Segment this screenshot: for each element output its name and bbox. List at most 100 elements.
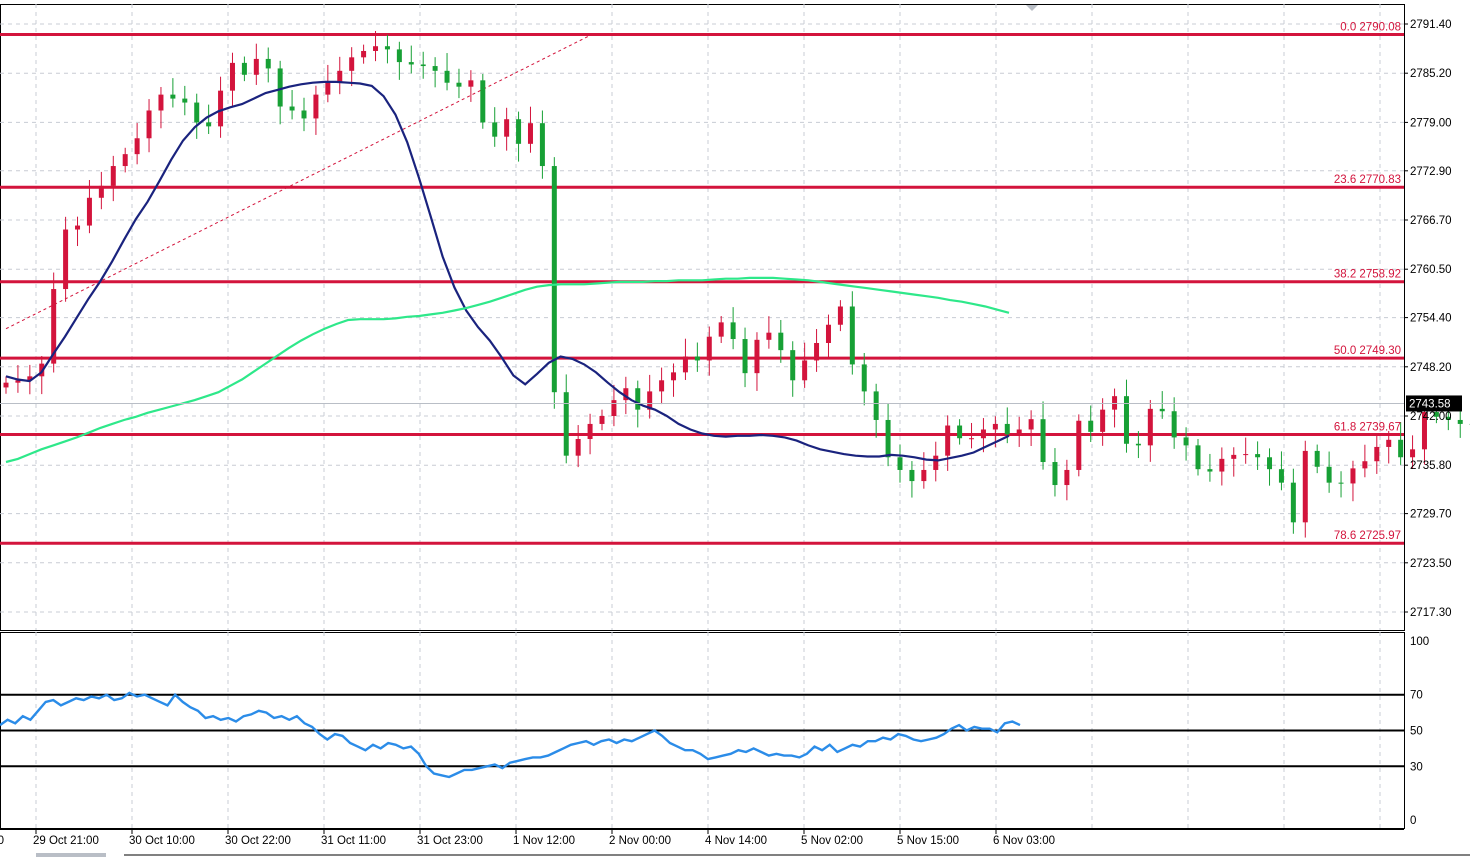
candle-body bbox=[147, 110, 152, 138]
candle-body bbox=[564, 392, 569, 455]
candle-body bbox=[1267, 457, 1272, 469]
candle-body bbox=[290, 107, 295, 111]
price-tick-label: 2723.50 bbox=[1410, 558, 1452, 570]
candle-body bbox=[230, 63, 235, 91]
candle-body bbox=[409, 62, 414, 64]
time-tick-label: 31 Oct 11:00 bbox=[321, 835, 386, 847]
fibonacci-level-label: 61.8 2739.67 bbox=[1334, 421, 1401, 433]
candle-body bbox=[421, 64, 426, 66]
candle-body bbox=[1184, 437, 1189, 445]
candle-body bbox=[1315, 451, 1320, 467]
candle-body bbox=[826, 325, 831, 343]
time-tick-label: 30 Oct 10:00 bbox=[129, 835, 195, 847]
shift-triangle-icon bbox=[1026, 5, 1038, 11]
candle-body bbox=[1231, 455, 1236, 459]
candle-body bbox=[1076, 421, 1081, 470]
candle-body bbox=[1303, 451, 1308, 522]
candle-body bbox=[754, 340, 759, 373]
candle-body bbox=[254, 59, 259, 75]
time-tick-label: 6 Nov 03:00 bbox=[993, 835, 1055, 847]
candle-body bbox=[313, 95, 318, 119]
candle-body bbox=[492, 122, 497, 136]
candle-body bbox=[671, 372, 676, 380]
candle-body bbox=[385, 46, 390, 49]
candle-body bbox=[1148, 409, 1153, 446]
candle-body bbox=[158, 95, 163, 111]
candle-body bbox=[1458, 420, 1463, 424]
candle-body bbox=[1136, 444, 1141, 446]
price-grid bbox=[0, 4, 1404, 630]
candle-body bbox=[1017, 429, 1022, 434]
candle-body bbox=[600, 416, 605, 424]
candle-body bbox=[242, 63, 247, 75]
candle-body bbox=[349, 57, 354, 70]
candle-body bbox=[302, 110, 307, 118]
fibonacci-level-label: 78.6 2725.97 bbox=[1334, 530, 1401, 542]
candle-body bbox=[1327, 467, 1332, 483]
candle-body bbox=[1196, 445, 1201, 469]
time-tick-label: 1 Nov 12:00 bbox=[513, 835, 575, 847]
time-tick-label: 5 Nov 15:00 bbox=[897, 835, 959, 847]
fibonacci-trend-line bbox=[6, 34, 592, 328]
price-tick-label: 2785.20 bbox=[1410, 68, 1452, 80]
candle-body bbox=[838, 306, 843, 324]
candle-body bbox=[266, 59, 271, 69]
time-tick-label: 4 Nov 14:00 bbox=[705, 835, 767, 847]
time-tick-label: 31 Oct 23:00 bbox=[417, 835, 483, 847]
candle-body bbox=[1207, 469, 1212, 471]
candle-body bbox=[635, 388, 640, 409]
oscillator-axis: 1007050300 bbox=[1406, 636, 1429, 827]
candle-body bbox=[576, 439, 581, 456]
candle-body bbox=[778, 333, 783, 350]
candle-body bbox=[182, 99, 187, 103]
fibonacci-level-label: 50.0 2749.30 bbox=[1334, 345, 1401, 357]
chart-window[interactable]: 0.0 2790.0823.6 2770.8338.2 2758.9250.0 … bbox=[0, 0, 1470, 857]
candle-body bbox=[111, 166, 116, 186]
candle-body bbox=[993, 424, 998, 430]
candle-body bbox=[1291, 483, 1296, 523]
oscillator-tick-label: 50 bbox=[1410, 726, 1423, 738]
candle-body bbox=[99, 186, 104, 198]
candle-body bbox=[1100, 410, 1105, 432]
candle-body bbox=[433, 66, 438, 71]
fibonacci-level-label: 38.2 2758.92 bbox=[1334, 269, 1401, 281]
candle-body bbox=[707, 337, 712, 361]
candle-body bbox=[874, 391, 879, 420]
oscillator-tick-label: 0 bbox=[1410, 815, 1416, 827]
time-tick-label: 2 Nov 00:00 bbox=[609, 835, 671, 847]
candle-body bbox=[957, 426, 962, 439]
price-tick-label: 2735.80 bbox=[1410, 460, 1452, 472]
candle-body bbox=[325, 83, 330, 95]
candle-body bbox=[683, 356, 688, 372]
fibonacci-level-label: 0.0 2790.08 bbox=[1340, 21, 1401, 33]
oscillator-tick-label: 100 bbox=[1410, 636, 1429, 648]
candle-body bbox=[1410, 449, 1415, 457]
candle-body bbox=[206, 122, 211, 126]
candle-body bbox=[1374, 447, 1379, 461]
candle-body bbox=[528, 123, 533, 144]
candle-body bbox=[814, 343, 819, 360]
candle-body bbox=[87, 198, 92, 226]
candle-body bbox=[1219, 459, 1224, 472]
candle-body bbox=[969, 438, 974, 439]
candle-body bbox=[1362, 461, 1367, 468]
price-tick-label: 2754.40 bbox=[1410, 313, 1452, 325]
candle-body bbox=[1041, 419, 1046, 462]
candle-body bbox=[123, 154, 128, 166]
candle-body bbox=[468, 80, 473, 86]
price-tick-label: 2748.20 bbox=[1410, 362, 1452, 374]
chart-shift-marker[interactable] bbox=[1026, 5, 1038, 11]
candle-body bbox=[1172, 411, 1177, 437]
candle-body bbox=[361, 51, 366, 57]
price-tick-label: 2779.00 bbox=[1410, 117, 1452, 129]
candle-body bbox=[862, 364, 867, 391]
candle-body bbox=[921, 470, 926, 481]
candle-body bbox=[933, 456, 938, 470]
candle-body bbox=[802, 360, 807, 380]
fibonacci-trend-segment bbox=[6, 34, 592, 328]
candle-body bbox=[695, 356, 700, 360]
candle-body bbox=[588, 424, 593, 439]
candle-body bbox=[75, 226, 80, 230]
price-tick-label: 2772.90 bbox=[1410, 166, 1452, 178]
chart-canvas[interactable]: 0.0 2790.0823.6 2770.8338.2 2758.9250.0 … bbox=[0, 0, 1470, 857]
